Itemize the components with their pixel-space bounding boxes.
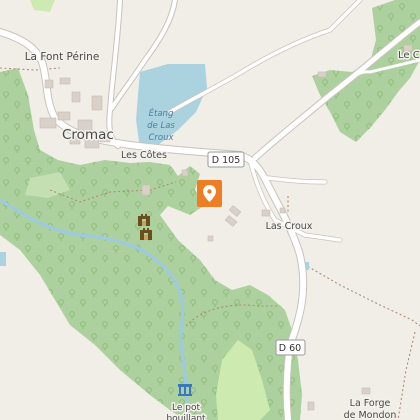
label-la-forge-1: La Forge	[350, 398, 391, 409]
label-etang-3: Croux	[148, 133, 174, 143]
label-cromac: Cromac	[62, 127, 114, 143]
label-etang-1: Étang	[149, 107, 174, 119]
label-la-forge-2: de Mondon	[344, 410, 397, 420]
road-label-d105: D 105	[212, 155, 240, 166]
map-canvas[interactable]: La Font Périne Cromac Les Côtes Las Crou…	[0, 0, 420, 420]
label-le-pot-2: bouillant	[166, 414, 206, 420]
label-las-croux: Las Croux	[266, 221, 313, 232]
map-pin-icon[interactable]	[197, 180, 222, 207]
map-view[interactable]: La Font Périne Cromac Les Côtes Las Crou…	[0, 0, 420, 420]
road-shield-d60: D 60	[275, 339, 306, 356]
pond-west	[0, 252, 6, 266]
label-la-font-perine: La Font Périne	[25, 51, 100, 63]
label-le-c: Le C	[398, 50, 420, 61]
road-label-d60: D 60	[279, 343, 301, 354]
monument-icon[interactable]	[178, 384, 192, 396]
label-le-pot-1: Le pot	[172, 403, 200, 413]
label-etang-2: de Las	[147, 121, 175, 131]
road-shield-d105: D 105	[207, 151, 245, 168]
label-les-cotes: Les Côtes	[121, 150, 167, 161]
